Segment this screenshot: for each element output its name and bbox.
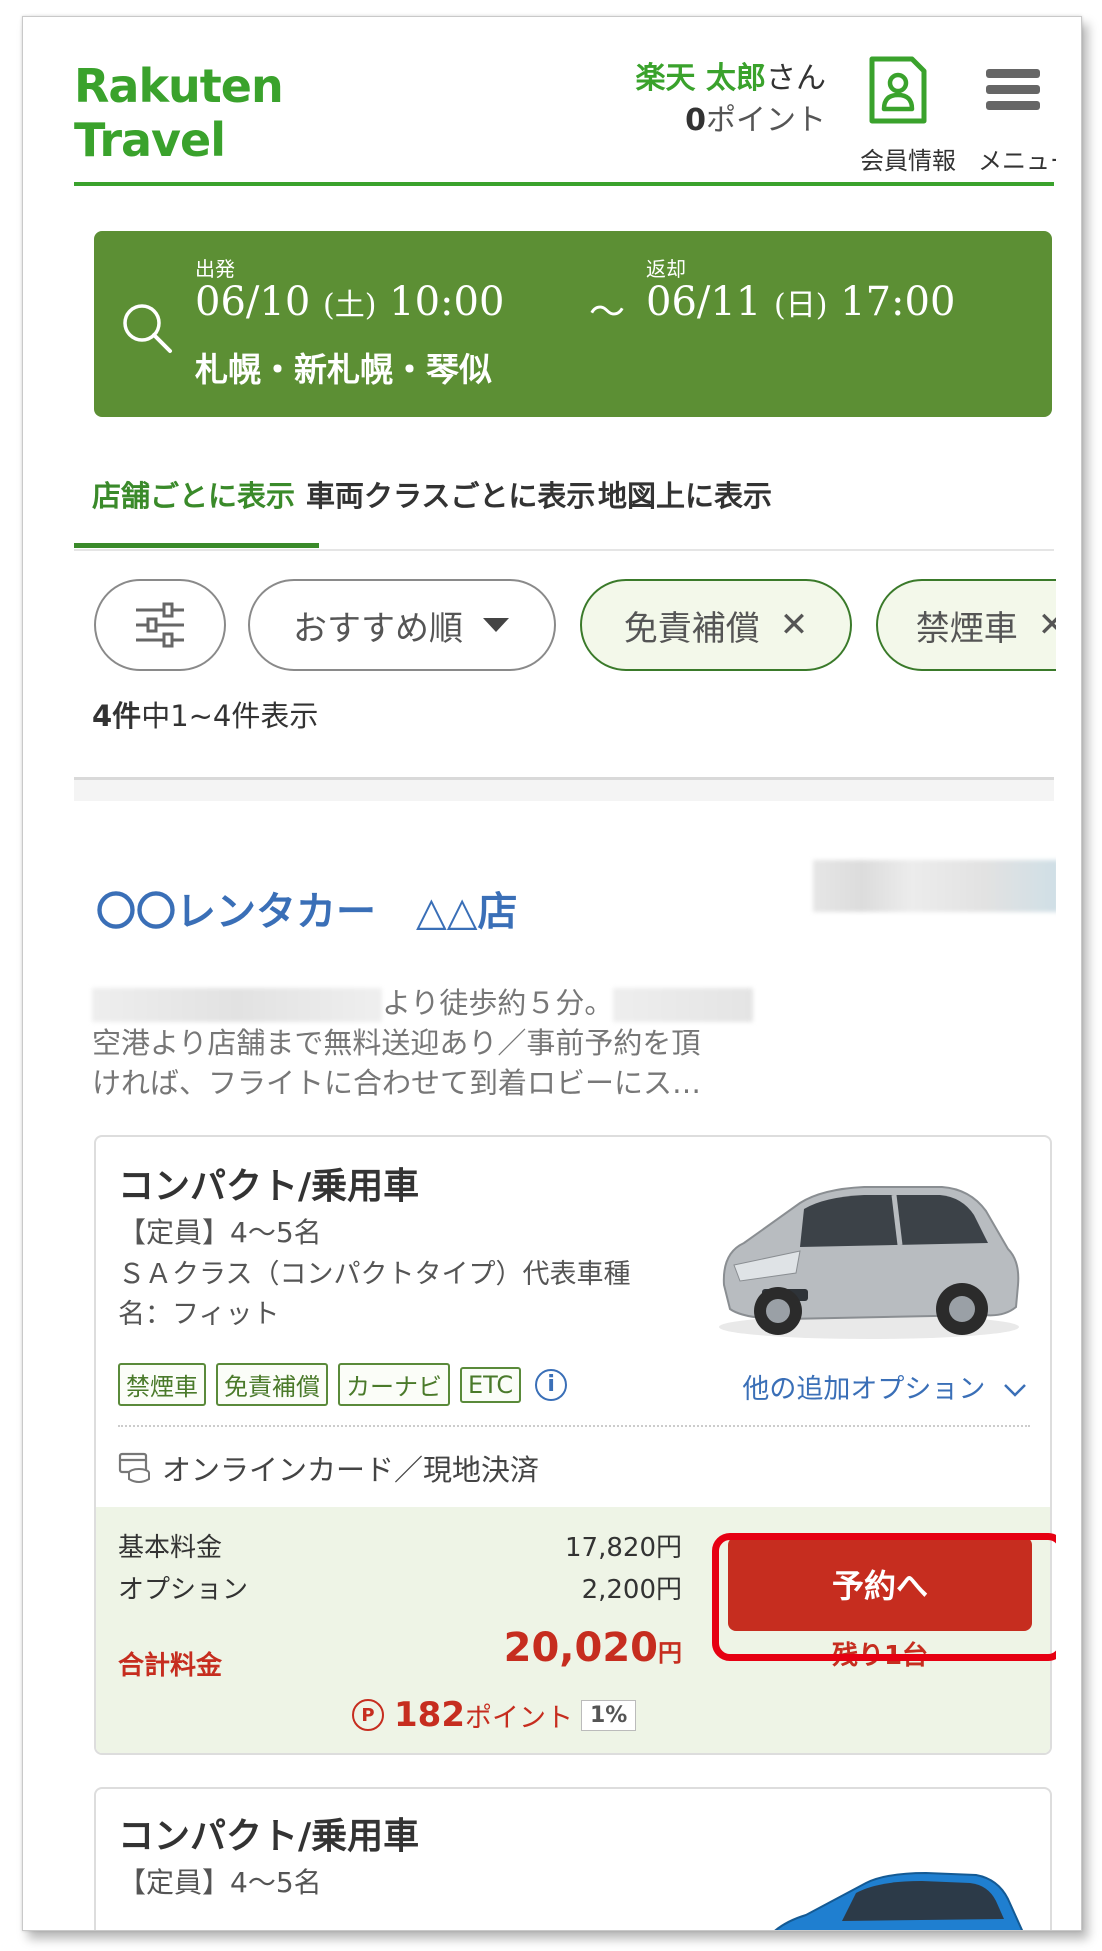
vehicle-class-title: コンパクト/乗用車: [118, 1166, 420, 1207]
tag-etc: ETC: [460, 1366, 522, 1403]
filter-chip-non-smoking[interactable]: 禁煙車 ✕: [876, 579, 1056, 671]
return-datetime: 06/11 (日) 17:00: [646, 279, 955, 325]
sort-dropdown[interactable]: おすすめ順: [248, 579, 556, 671]
store-description: より徒歩約５分。 空港より店舗まで無料送迎あり／事前予約を頂 ければ、フライトに…: [92, 983, 812, 1103]
store-badge-blurred: [813, 860, 1056, 912]
section-divider: [74, 777, 1054, 801]
tab-by-vehicle-class[interactable]: 車両クラスごとに表示: [306, 473, 595, 515]
filter-chip-label: 禁煙車: [915, 608, 1018, 649]
payment-method: オンラインカード／現地決済: [118, 1447, 539, 1489]
car-image: [719, 1186, 1020, 1339]
more-options-toggle[interactable]: 他の追加オプション: [742, 1367, 1028, 1406]
result-count: 4件中1~4件表示: [92, 693, 318, 735]
return-day: (日): [774, 288, 828, 323]
points-value: 0: [685, 103, 706, 138]
user-greeting: 楽天 太郎さん: [636, 53, 826, 97]
user-suffix: さん: [766, 61, 826, 96]
hamburger-menu-icon[interactable]: [986, 69, 1040, 117]
sort-label: おすすめ順: [293, 608, 463, 649]
points-unit: ポイント: [464, 1702, 573, 1734]
user-points: 0ポイント: [685, 95, 826, 139]
vehicle-capacity: 【定員】4～5名: [118, 1866, 322, 1899]
tab-on-map[interactable]: 地図上に表示: [598, 473, 772, 515]
store-desc-line3: ければ、フライトに合わせて到着ロビーにス…: [92, 1066, 702, 1100]
payment-text: オンラインカード／現地決済: [162, 1453, 540, 1487]
result-range: 中1~4件表示: [141, 699, 319, 733]
departure-day: (土): [323, 288, 377, 323]
remove-filter-icon[interactable]: ✕: [780, 605, 809, 645]
remaining-stock: 残り1台: [831, 1641, 929, 1671]
points-amount: 182: [394, 1695, 465, 1735]
search-location: 札幌・新札幌・琴似: [195, 350, 492, 389]
option-price-label: オプション: [118, 1575, 249, 1605]
return-label: 返却: [646, 257, 686, 281]
departure-time: 10:00: [389, 279, 505, 325]
card-divider: [118, 1425, 1030, 1427]
return-date: 06/11: [646, 279, 762, 325]
total-price-label: 合計料金: [118, 1651, 223, 1681]
tag-car-navi: カーナビ: [338, 1363, 450, 1406]
filter-chip-label: 免責補償: [623, 608, 760, 649]
vehicle-class-title: コンパクト/乗用車: [118, 1816, 420, 1857]
search-conditions-box[interactable]: 出発 06/10 (土) 10:00 ～ 返却 06/11 (日) 17:00 …: [94, 231, 1052, 417]
plan-card[interactable]: コンパクト/乗用車 【定員】4～5名: [94, 1787, 1052, 1930]
store-desc-line2: 空港より店舗まで無料送迎あり／事前予約を頂: [92, 1026, 701, 1060]
active-tab-indicator: [74, 543, 319, 548]
member-info-label[interactable]: 会員情報: [860, 141, 956, 176]
view-tabs: 店舗ごとに表示 車両クラスごとに表示 地図上に表示: [74, 457, 1054, 551]
more-options-label: 他の追加オプション: [742, 1374, 986, 1405]
payment-card-coins-icon: [118, 1452, 150, 1483]
tab-by-store[interactable]: 店舗ごとに表示: [92, 473, 295, 515]
points-icon: P: [352, 1699, 384, 1731]
car-image: [774, 1871, 1024, 1930]
option-tags: 禁煙車 免責補償 カーナビ ETC i: [118, 1363, 568, 1406]
remove-filter-icon[interactable]: ✕: [1038, 605, 1056, 645]
option-price: 2,200円: [581, 1575, 682, 1605]
rakuten-travel-logo[interactable]: Rakuten Travel: [74, 59, 284, 167]
user-name: 楽天 太郎: [635, 61, 766, 96]
departure-datetime: 06/10 (土) 10:00: [195, 279, 504, 325]
date-separator: ～: [589, 292, 626, 333]
total-price-value: 20,020: [503, 1625, 658, 1671]
filter-sliders-icon: [136, 602, 184, 648]
base-price: 17,820円: [565, 1533, 682, 1563]
phone-frame: Rakuten Travel 楽天 太郎さん 0ポイント 会員情報 メニュー 出…: [22, 16, 1082, 1931]
filter-chip-insurance[interactable]: 免責補償 ✕: [580, 579, 852, 671]
reserve-button[interactable]: 予約へ: [728, 1537, 1032, 1631]
store-desc-text1: より徒歩約５分。: [382, 986, 614, 1020]
logo-line2: Travel: [74, 113, 226, 167]
store-desc-line1: より徒歩約５分。: [92, 983, 812, 1023]
info-icon[interactable]: i: [535, 1368, 568, 1401]
vehicle-capacity: 【定員】4～5名: [118, 1216, 322, 1249]
earned-points: P 182 ポイント 1%: [352, 1695, 637, 1735]
redacted-text: [92, 988, 382, 1022]
filter-settings-button[interactable]: [94, 579, 226, 671]
dropdown-triangle-icon: [483, 618, 509, 632]
base-price-label: 基本料金: [118, 1533, 223, 1563]
store-name-link[interactable]: 〇〇レンタカー △△店: [96, 879, 518, 937]
total-price: 20,020円: [504, 1625, 682, 1671]
price-section: 基本料金 17,820円 オプション 2,200円 合計料金 20,020円 P…: [96, 1507, 1050, 1753]
points-unit: ポイント: [706, 103, 826, 138]
plan-card[interactable]: コンパクト/乗用車 【定員】4～5名 ＳＡクラス（コンパクトタイプ）代表車種名：…: [94, 1135, 1052, 1755]
chevron-down-icon: [1004, 1384, 1026, 1397]
result-total: 4件: [92, 699, 142, 733]
logo-line1: Rakuten: [74, 59, 284, 113]
header-divider: [74, 182, 1054, 186]
tag-insurance: 免責補償: [216, 1363, 328, 1406]
departure-date: 06/10: [195, 279, 311, 325]
menu-label[interactable]: メニュー: [978, 141, 1056, 176]
return-time: 17:00: [840, 279, 956, 325]
points-rate-badge: 1%: [580, 1699, 637, 1731]
departure-label: 出発: [195, 257, 235, 281]
tag-non-smoking: 禁煙車: [118, 1363, 206, 1406]
redacted-text: [613, 988, 754, 1022]
search-icon: [123, 304, 172, 353]
member-info-icon[interactable]: [868, 55, 928, 125]
page-content: Rakuten Travel 楽天 太郎さん 0ポイント 会員情報 メニュー 出…: [56, 17, 1056, 1930]
vehicle-model: ＳＡクラス（コンパクトタイプ）代表車種名：フィット: [118, 1259, 631, 1330]
total-price-unit: 円: [658, 1639, 682, 1667]
